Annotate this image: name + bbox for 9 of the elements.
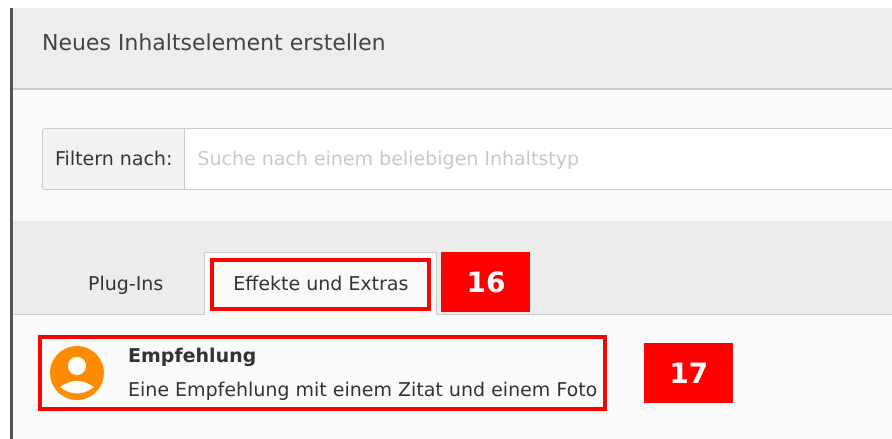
item-title: Empfehlung	[128, 345, 258, 367]
callout-number: 16	[441, 252, 530, 312]
filter-label: Filtern nach:	[42, 128, 186, 190]
callout-number: 17	[644, 343, 734, 403]
content-item[interactable]: Empfehlung Eine Empfehlung mit einem Zitat und einem Foto	[38, 335, 608, 411]
dialog-title: Neues Inhaltselement erstellen	[41, 30, 387, 56]
tab[interactable]: Effekte und Extras	[204, 252, 438, 315]
tab[interactable]: Plug-Ins	[51, 252, 200, 315]
item-description: Eine Empfehlung mit einem Zitat und einem Foto	[128, 379, 598, 401]
